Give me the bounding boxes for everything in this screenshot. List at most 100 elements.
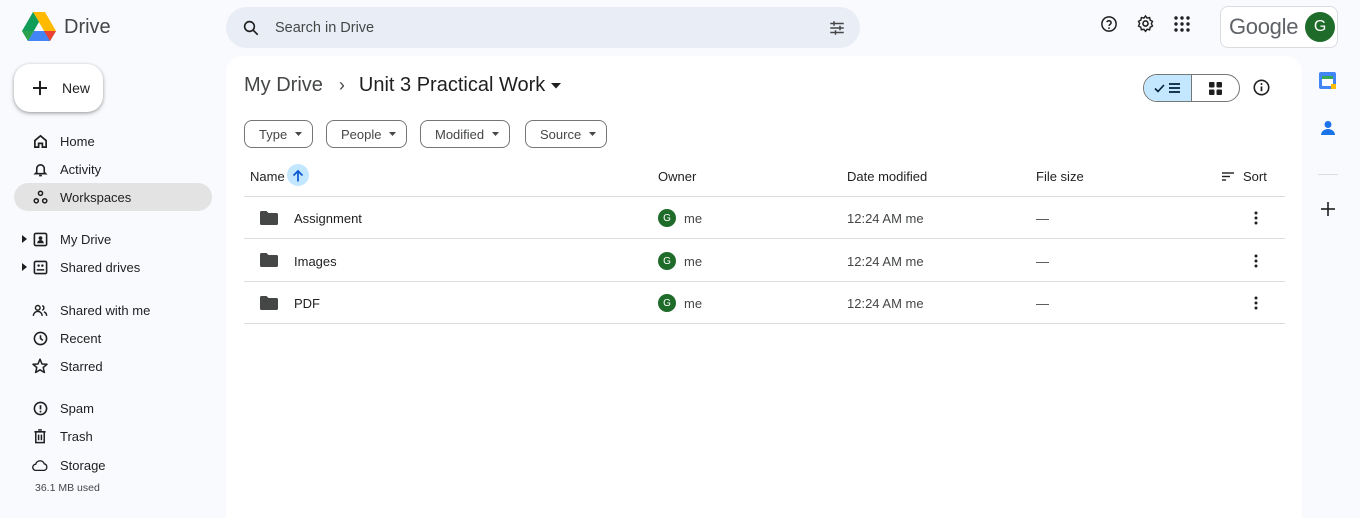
owner-cell: G me [658,252,702,270]
chevron-down-icon [295,132,303,136]
sidebar-item-trash[interactable]: Trash [14,422,212,450]
info-icon[interactable] [1253,79,1270,96]
folder-menu-dropdown-icon[interactable] [551,82,562,89]
grid-view-icon [1209,81,1222,95]
sort-button[interactable]: Sort [1222,169,1267,184]
sort-direction-button[interactable] [287,164,309,186]
sidebar-item-label: Shared drives [60,259,141,275]
sidebar-item-recent[interactable]: Recent [14,324,212,352]
sidebar-item-label: Shared with me [60,302,151,318]
breadcrumb-separator: › [338,75,345,95]
sidebar-item-label: Trash [60,428,93,444]
sidebar-item-label: Starred [60,358,103,374]
add-addon-icon[interactable] [1321,202,1335,216]
google-wordmark: Google [1229,14,1299,39]
arrow-up-icon [292,169,304,181]
owner-name: me [684,210,703,226]
bell-icon [32,163,48,176]
new-button-label: New [62,80,91,96]
file-name[interactable]: PDF [294,296,320,311]
top-actions [1100,14,1191,33]
clock-icon [33,331,47,345]
folder-icon [260,253,278,267]
account-avatar[interactable]: G [1305,12,1336,42]
table-row[interactable] [244,282,1285,323]
search-bar[interactable]: Search in Drive [226,7,860,48]
grid-view-button[interactable] [1192,75,1239,101]
sidebar-item-home[interactable]: Home [14,127,212,155]
storage-used-text: 36.1 MB used [35,482,100,494]
chevron-down-icon [492,132,500,136]
file-size-cell: — [1036,211,1049,226]
list-view-button[interactable] [1144,75,1192,101]
owner-cell: G me [658,294,702,312]
expand-caret-icon[interactable] [22,235,27,243]
filter-type-chip[interactable]: Type [244,120,314,148]
more-actions-icon[interactable] [1254,211,1258,225]
filter-chip-label: Source [540,126,582,142]
sidebar-item-spam[interactable]: Spam [14,394,212,422]
sidebar-item-shared-drives[interactable]: Shared drives [14,253,212,281]
sidebar-item-label: Activity [60,161,102,177]
calendar-icon[interactable] [1319,72,1336,89]
row-divider [244,323,1285,324]
sort-label: Sort [1243,169,1267,184]
filter-chip-label: Modified [435,126,485,142]
sort-icon [1222,172,1234,181]
table-row[interactable] [244,239,1285,281]
owner-cell: G me [658,209,702,227]
breadcrumb: My Drive › Unit 3 Practical Work [244,74,562,97]
filter-chip-label: Type [259,126,288,142]
column-header-file-size[interactable]: File size [1036,169,1084,184]
list-view-icon [1153,83,1180,93]
filter-chip-label: People [341,126,382,142]
filter-source-chip[interactable]: Source [525,120,608,148]
apps-icon[interactable] [1173,15,1191,33]
sidebar-item-workspaces[interactable]: Workspaces [14,183,212,211]
breadcrumb-my-drive[interactable]: My Drive [244,74,323,97]
sidebar-item-label: My Drive [60,231,112,247]
folder-icon [260,211,278,225]
owner-avatar: G [658,209,676,227]
rail-divider [1318,174,1338,175]
sidebar-item-label: Storage [60,457,106,473]
search-options-icon[interactable] [828,19,846,37]
file-name[interactable]: Assignment [294,211,362,226]
account-switcher[interactable]: Google G [1220,6,1338,48]
chevron-down-icon [589,132,597,136]
drive-logo[interactable]: Drive [22,12,111,42]
file-size-cell: — [1036,254,1049,269]
my-drive-icon [33,232,47,246]
column-header-name[interactable]: Name [250,169,285,184]
search-icon [243,20,259,35]
sidebar-item-shared-with-me[interactable]: Shared with me [14,296,212,324]
help-icon[interactable] [1100,15,1118,33]
column-header-date-modified[interactable]: Date modified [847,169,927,184]
expand-caret-icon[interactable] [22,263,27,271]
sidebar-item-my-drive[interactable]: My Drive [14,225,212,253]
workspaces-icon [32,189,48,204]
home-icon [33,134,47,148]
sidebar-item-label: Home [60,133,95,149]
date-modified-cell: 12:24 AM me [847,254,924,269]
more-actions-icon[interactable] [1254,296,1258,310]
search-input[interactable]: Search in Drive [275,20,828,36]
new-button[interactable]: New [14,64,103,112]
table-row[interactable] [244,197,1285,238]
sidebar-item-activity[interactable]: Activity [14,155,212,183]
more-actions-icon[interactable] [1254,254,1258,268]
filter-people-chip[interactable]: People [326,120,408,148]
owner-name: me [684,253,703,269]
owner-avatar: G [658,252,676,270]
sidebar-item-storage[interactable]: Storage [14,451,212,479]
sidebar-item-label: Spam [60,400,94,416]
spam-icon [33,401,47,415]
shared-drives-icon [33,260,47,274]
settings-icon[interactable] [1136,14,1155,33]
filter-modified-chip[interactable]: Modified [420,120,511,148]
column-header-owner[interactable]: Owner [658,169,696,184]
contacts-icon[interactable] [1321,120,1335,136]
breadcrumb-current-folder[interactable]: Unit 3 Practical Work [359,74,545,97]
sidebar-item-starred[interactable]: Starred [14,352,212,380]
file-name[interactable]: Images [294,254,337,269]
